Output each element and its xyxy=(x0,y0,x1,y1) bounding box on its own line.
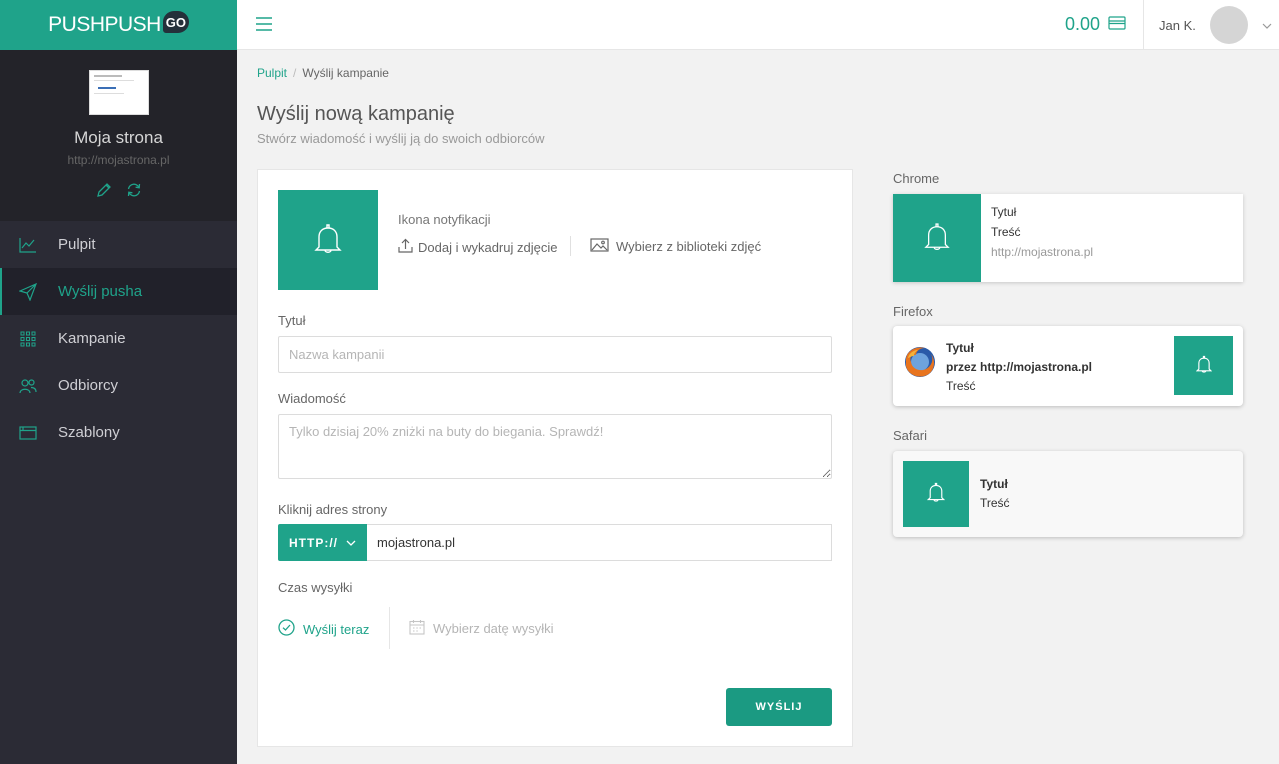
upload-image-link[interactable]: Dodaj i wykadruj zdjęcie xyxy=(398,238,557,256)
paper-plane-icon xyxy=(18,282,38,302)
preview-body: Treść xyxy=(980,496,1010,510)
safari-preview: Tytuł Treść xyxy=(893,451,1243,537)
sidebar-item-label: Pulpit xyxy=(58,236,96,253)
title-label: Tytuł xyxy=(278,313,306,328)
pick-date-option[interactable]: Wybierz datę wysyłki xyxy=(409,619,554,638)
url-label: Kliknij adres strony xyxy=(278,502,388,517)
sidebar-item-label: Kampanie xyxy=(58,330,126,347)
sidebar: PUSHPUSH GO Moja strona http://mojastron… xyxy=(0,0,237,764)
firefox-preview-label: Firefox xyxy=(893,304,933,319)
chevron-down-icon xyxy=(346,536,356,550)
chrome-preview-text: Tytuł Treść http://mojastrona.pl xyxy=(981,194,1103,282)
balance-value: 0.00 xyxy=(1065,14,1101,34)
preview-title: Tytuł xyxy=(991,205,1017,219)
sidebar-item-label: Wyślij pusha xyxy=(58,283,143,300)
sidebar-item-label: Szablony xyxy=(58,424,120,441)
browser-window-icon xyxy=(18,423,38,443)
bell-icon xyxy=(1195,355,1212,377)
preview-url: http://mojastrona.pl xyxy=(991,245,1094,259)
preview-title: Tytuł xyxy=(946,341,974,355)
avatar xyxy=(1209,6,1248,44)
site-panel: Moja strona http://mojastrona.pl xyxy=(0,50,237,221)
icon-label: Ikona notyfikacji xyxy=(398,212,491,227)
preview-icon xyxy=(893,194,981,282)
preview-icon xyxy=(1174,336,1233,395)
sidebar-item-pulpit[interactable]: Pulpit xyxy=(0,221,237,268)
safari-preview-label: Safari xyxy=(893,428,927,443)
send-now-option[interactable]: Wyślij teraz xyxy=(278,619,369,639)
page-title: Wyślij nową kampanię xyxy=(257,103,455,125)
notification-icon-picker[interactable] xyxy=(278,190,378,290)
sidebar-item-kampanie[interactable]: Kampanie xyxy=(0,315,237,362)
image-library-link[interactable]: Wybierz z biblioteki zdjęć xyxy=(590,238,761,255)
breadcrumb-home[interactable]: Pulpit xyxy=(257,66,287,80)
bell-icon xyxy=(926,482,946,506)
check-circle-icon xyxy=(278,619,295,639)
chrome-preview-label: Chrome xyxy=(893,171,940,186)
image-icon xyxy=(590,238,609,255)
breadcrumb-current: Wyślij kampanie xyxy=(302,66,389,80)
bell-icon xyxy=(924,222,950,255)
sidebar-item-odbiorcy[interactable]: Odbiorcy xyxy=(0,362,237,409)
divider xyxy=(570,236,571,256)
pencil-icon[interactable] xyxy=(95,181,113,199)
firefox-preview-text: Tytuł przez http://mojastrona.pl Treść xyxy=(946,339,1092,396)
topbar: 0.00 Jan K. xyxy=(237,0,1279,50)
divider xyxy=(389,607,390,649)
send-button[interactable]: WYŚLIJ xyxy=(726,688,832,726)
upload-image-label: Dodaj i wykadruj zdjęcie xyxy=(418,239,558,255)
chart-line-icon xyxy=(18,235,38,255)
bell-icon xyxy=(314,223,342,258)
message-textarea[interactable] xyxy=(278,414,832,479)
sidebar-nav: Pulpit Wyślij pusha Kampanie Odbiorcy Sz… xyxy=(0,221,237,456)
firefox-logo-icon xyxy=(903,345,937,379)
protocol-dropdown[interactable]: HTTP:// xyxy=(278,524,367,561)
logo[interactable]: PUSHPUSH GO xyxy=(0,0,237,50)
user-name: Jan K. xyxy=(1159,17,1196,33)
title-input[interactable] xyxy=(278,336,832,373)
refresh-icon[interactable] xyxy=(125,181,143,199)
page-subtitle: Stwórz wiadomość i wyślij ją do swoich o… xyxy=(257,131,545,146)
hamburger-menu-icon[interactable] xyxy=(255,15,273,33)
preview-via: przez http://mojastrona.pl xyxy=(946,360,1093,374)
calendar-icon xyxy=(409,619,425,638)
protocol-value: HTTP:// xyxy=(289,535,338,550)
preview-title: Tytuł xyxy=(980,477,1008,491)
chevron-down-icon xyxy=(1262,18,1272,33)
send-now-label: Wyślij teraz xyxy=(303,621,370,637)
logo-badge: GO xyxy=(162,11,189,33)
site-name: Moja strona xyxy=(74,128,163,147)
send-time-label: Czas wysyłki xyxy=(278,580,353,595)
image-library-label: Wybierz z biblioteki zdjęć xyxy=(616,239,762,254)
preview-body: Treść xyxy=(991,225,1021,239)
campaign-form: Ikona notyfikacji Dodaj i wykadruj zdjęc… xyxy=(257,169,853,747)
chrome-preview: Tytuł Treść http://mojastrona.pl xyxy=(893,194,1243,282)
upload-icon xyxy=(398,238,413,256)
message-label: Wiadomość xyxy=(278,391,346,406)
breadcrumb: Pulpit / Wyślij kampanie xyxy=(257,66,389,80)
site-url: http://mojastrona.pl xyxy=(67,153,170,167)
url-input[interactable] xyxy=(367,524,832,561)
sidebar-item-label: Odbiorcy xyxy=(58,377,119,394)
user-menu[interactable]: Jan K. xyxy=(1159,6,1272,44)
sidebar-item-szablony[interactable]: Szablony xyxy=(0,409,237,456)
logo-text: PUSHPUSH xyxy=(48,13,161,36)
users-icon xyxy=(18,376,38,396)
credit-card-icon xyxy=(1108,14,1126,35)
pick-date-label: Wybierz datę wysyłki xyxy=(433,621,554,636)
url-field-group: HTTP:// xyxy=(278,524,832,561)
safari-preview-text: Tytuł Treść xyxy=(980,475,1010,513)
sidebar-item-wyslij-pusha[interactable]: Wyślij pusha xyxy=(0,268,237,315)
preview-icon xyxy=(903,461,969,527)
firefox-preview: Tytuł przez http://mojastrona.pl Treść xyxy=(893,326,1243,406)
account-balance[interactable]: 0.00 xyxy=(1065,14,1126,35)
preview-body: Treść xyxy=(946,379,976,393)
topbar-divider xyxy=(1143,0,1144,50)
site-thumbnail xyxy=(88,70,149,115)
grid-icon xyxy=(18,329,38,349)
